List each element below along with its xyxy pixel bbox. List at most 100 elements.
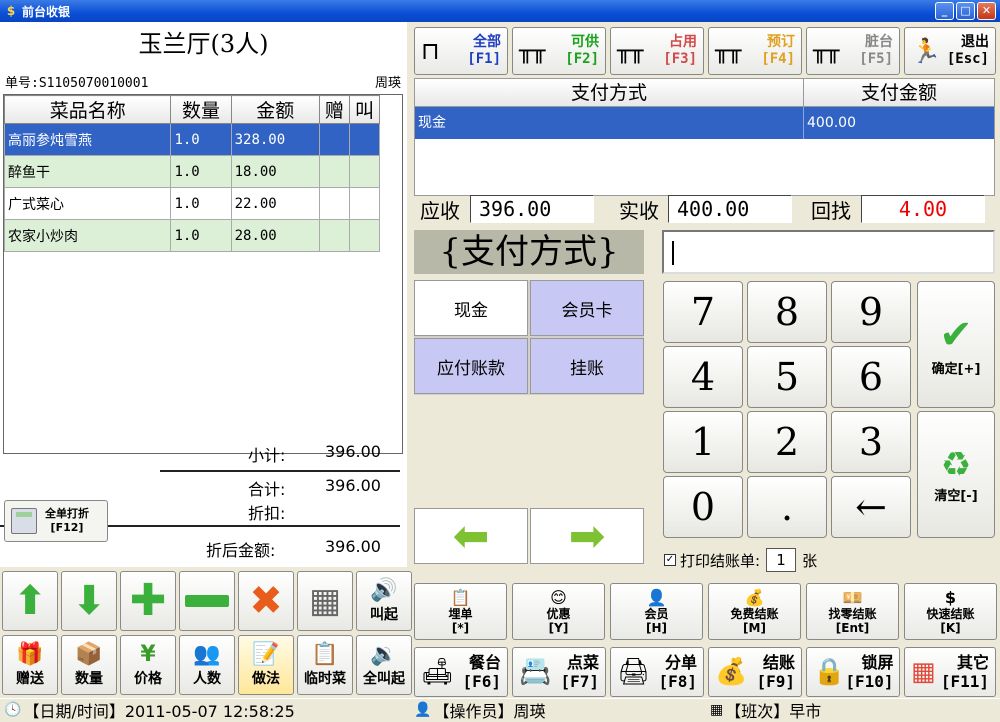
- discount-all-button[interactable]: 全单打折 [F12]: [4, 500, 108, 542]
- discount-key: [Y]: [548, 620, 569, 635]
- calculator-button[interactable]: ▦: [297, 571, 353, 631]
- key-0[interactable]: 0: [663, 476, 743, 538]
- method-credit-button[interactable]: 挂账: [530, 338, 644, 394]
- menu-card-icon: 📇: [519, 657, 552, 687]
- clear-button[interactable]: ♻ 清空[-]: [917, 411, 995, 538]
- method-payable-button[interactable]: 应付账款: [414, 338, 528, 394]
- confirm-button[interactable]: ✔ 确定[+]: [917, 281, 995, 408]
- prev-button[interactable]: ⬅: [414, 508, 528, 564]
- call-all-button[interactable]: 🔉 全叫起: [356, 635, 412, 695]
- window-titlebar: $ 前台收银: [0, 0, 1000, 22]
- payment-grid[interactable]: 支付方式 支付金额 现金 400.00: [414, 78, 995, 196]
- minimize-button[interactable]: _: [935, 2, 954, 20]
- table-row[interactable]: 醉鱼干 1.0 18.00: [3, 155, 381, 188]
- key-backspace[interactable]: ←: [831, 476, 911, 538]
- discount-button[interactable]: 😊 优惠 [Y]: [512, 583, 605, 640]
- dish-qty: 1.0: [170, 219, 232, 252]
- filter-occupied-button[interactable]: ╥╥ 占用 [F3]: [610, 27, 704, 75]
- table-row[interactable]: 高丽参炖雪燕 1.0 328.00: [3, 123, 381, 156]
- table-row[interactable]: 农家小炒肉 1.0 28.00: [3, 219, 381, 252]
- filter-all-button[interactable]: ⊓ 全部 [F1]: [414, 27, 508, 75]
- filter-available-button[interactable]: ╥╥ 可供 [F2]: [512, 27, 606, 75]
- lock-screen-button[interactable]: 🔒 锁屏 [F10]: [806, 647, 900, 697]
- filter-dirty-key: [F5]: [859, 51, 893, 67]
- dish-name: 高丽参炖雪燕: [3, 123, 172, 156]
- method-button[interactable]: 📝 做法: [238, 635, 294, 695]
- call-button[interactable]: 🔊 叫起: [356, 571, 412, 631]
- price-button[interactable]: ¥ 价格: [120, 635, 176, 695]
- col-call: 叫: [348, 95, 381, 124]
- checkmark-icon: ✔: [939, 312, 973, 358]
- people-icon: 👥: [193, 642, 221, 667]
- key-dot[interactable]: .: [747, 476, 827, 538]
- next-button[interactable]: ➡: [530, 508, 644, 564]
- key-4[interactable]: 4: [663, 346, 743, 408]
- change-label: 回找: [811, 198, 851, 223]
- status-datetime: 【日期/时间】2011-05-07 12:58:25: [23, 702, 295, 721]
- dish-call: [348, 187, 381, 220]
- method-member-card-button[interactable]: 会员卡: [530, 280, 644, 336]
- delete-button[interactable]: ✖: [238, 571, 294, 631]
- maximize-button[interactable]: □: [956, 2, 975, 20]
- received-field[interactable]: 400.00: [668, 195, 792, 223]
- dirty-table-icon: ╥╥: [813, 38, 840, 64]
- status-shift: 【班次】早市: [725, 702, 822, 721]
- move-up-button[interactable]: ⬆: [2, 571, 58, 631]
- dish-name: 醉鱼干: [3, 155, 172, 188]
- settle-button[interactable]: 📋 埋单 [*]: [414, 583, 507, 640]
- sofa-icon: 🛋: [421, 657, 455, 687]
- split-bill-button[interactable]: 🖨 分单 [F8]: [610, 647, 704, 697]
- free-checkout-label: 免费结账: [730, 606, 779, 621]
- key-7[interactable]: 7: [663, 281, 743, 343]
- settle-label: 埋单: [448, 606, 473, 621]
- filter-reserved-button[interactable]: ╥╥ 预订 [F4]: [708, 27, 802, 75]
- tables-button[interactable]: 🛋 餐台 [F6]: [414, 647, 508, 697]
- key-5[interactable]: 5: [747, 346, 827, 408]
- key-6[interactable]: 6: [831, 346, 911, 408]
- filter-available-key: [F2]: [565, 51, 599, 67]
- occupied-table-icon: ╥╥: [617, 38, 644, 64]
- quantity-button[interactable]: 📦 数量: [61, 635, 117, 695]
- status-operator: 【操作员】周瑛: [433, 702, 546, 721]
- clipboard-icon: 📋: [450, 587, 471, 607]
- order-dishes-key: [F7]: [560, 672, 599, 691]
- receipt-copies-input[interactable]: 1: [766, 548, 797, 572]
- key-2[interactable]: 2: [747, 411, 827, 473]
- key-9[interactable]: 9: [831, 281, 911, 343]
- close-button[interactable]: ✕: [977, 2, 996, 20]
- change-checkout-button[interactable]: 💴 找零结账 [Ent]: [806, 583, 899, 640]
- key-8[interactable]: 8: [747, 281, 827, 343]
- table-row[interactable]: 广式菜心 1.0 22.00: [3, 187, 381, 220]
- print-receipt-label: 打印结账单:: [680, 551, 761, 570]
- amount-input[interactable]: [662, 230, 995, 274]
- member-button[interactable]: 👤 会员 [H]: [610, 583, 703, 640]
- temp-dish-label: 临时菜: [304, 671, 346, 687]
- move-down-button[interactable]: ⬇: [61, 571, 117, 631]
- subtract-button[interactable]: [179, 571, 235, 631]
- method-cash-button[interactable]: 现金: [414, 280, 528, 336]
- other-button[interactable]: ▦ 其它 [F11]: [904, 647, 996, 697]
- table-icon: ⊓: [421, 37, 440, 65]
- payment-methods-panel: 现金 会员卡 应付账款 挂账: [414, 280, 644, 395]
- calculator-icon: [11, 508, 37, 534]
- arrow-up-icon: ⬆: [13, 578, 47, 624]
- exit-button[interactable]: 🏃 退出 [Esc]: [904, 27, 996, 75]
- settle-key: [*]: [451, 620, 470, 635]
- people-button[interactable]: 👥 人数: [179, 635, 235, 695]
- temp-dish-button[interactable]: 📋 临时菜: [297, 635, 353, 695]
- checkout-button[interactable]: 💰 结账 [F9]: [708, 647, 802, 697]
- filter-dirty-button[interactable]: ╥╥ 脏台 [F5]: [806, 27, 900, 75]
- order-dishes-button[interactable]: 📇 点菜 [F7]: [512, 647, 606, 697]
- gift-button[interactable]: 🎁 赠送: [2, 635, 58, 695]
- free-checkout-button[interactable]: 💰 免费结账 [M]: [708, 583, 801, 640]
- print-receipt-checkbox[interactable]: ✓: [664, 554, 676, 566]
- dish-gift: [318, 123, 350, 156]
- filter-occupied-key: [F3]: [663, 51, 697, 67]
- key-3[interactable]: 3: [831, 411, 911, 473]
- quick-checkout-button[interactable]: $ 快速结账 [K]: [904, 583, 997, 640]
- order-items-grid[interactable]: 菜品名称 数量 金额 赠 叫 高丽参炖雪燕 1.0 328.00 醉鱼干 1.0…: [3, 94, 403, 454]
- key-1[interactable]: 1: [663, 411, 743, 473]
- plus-icon: ✚: [129, 575, 167, 626]
- table-row[interactable]: 现金 400.00: [415, 107, 994, 139]
- add-button[interactable]: ✚: [120, 571, 176, 631]
